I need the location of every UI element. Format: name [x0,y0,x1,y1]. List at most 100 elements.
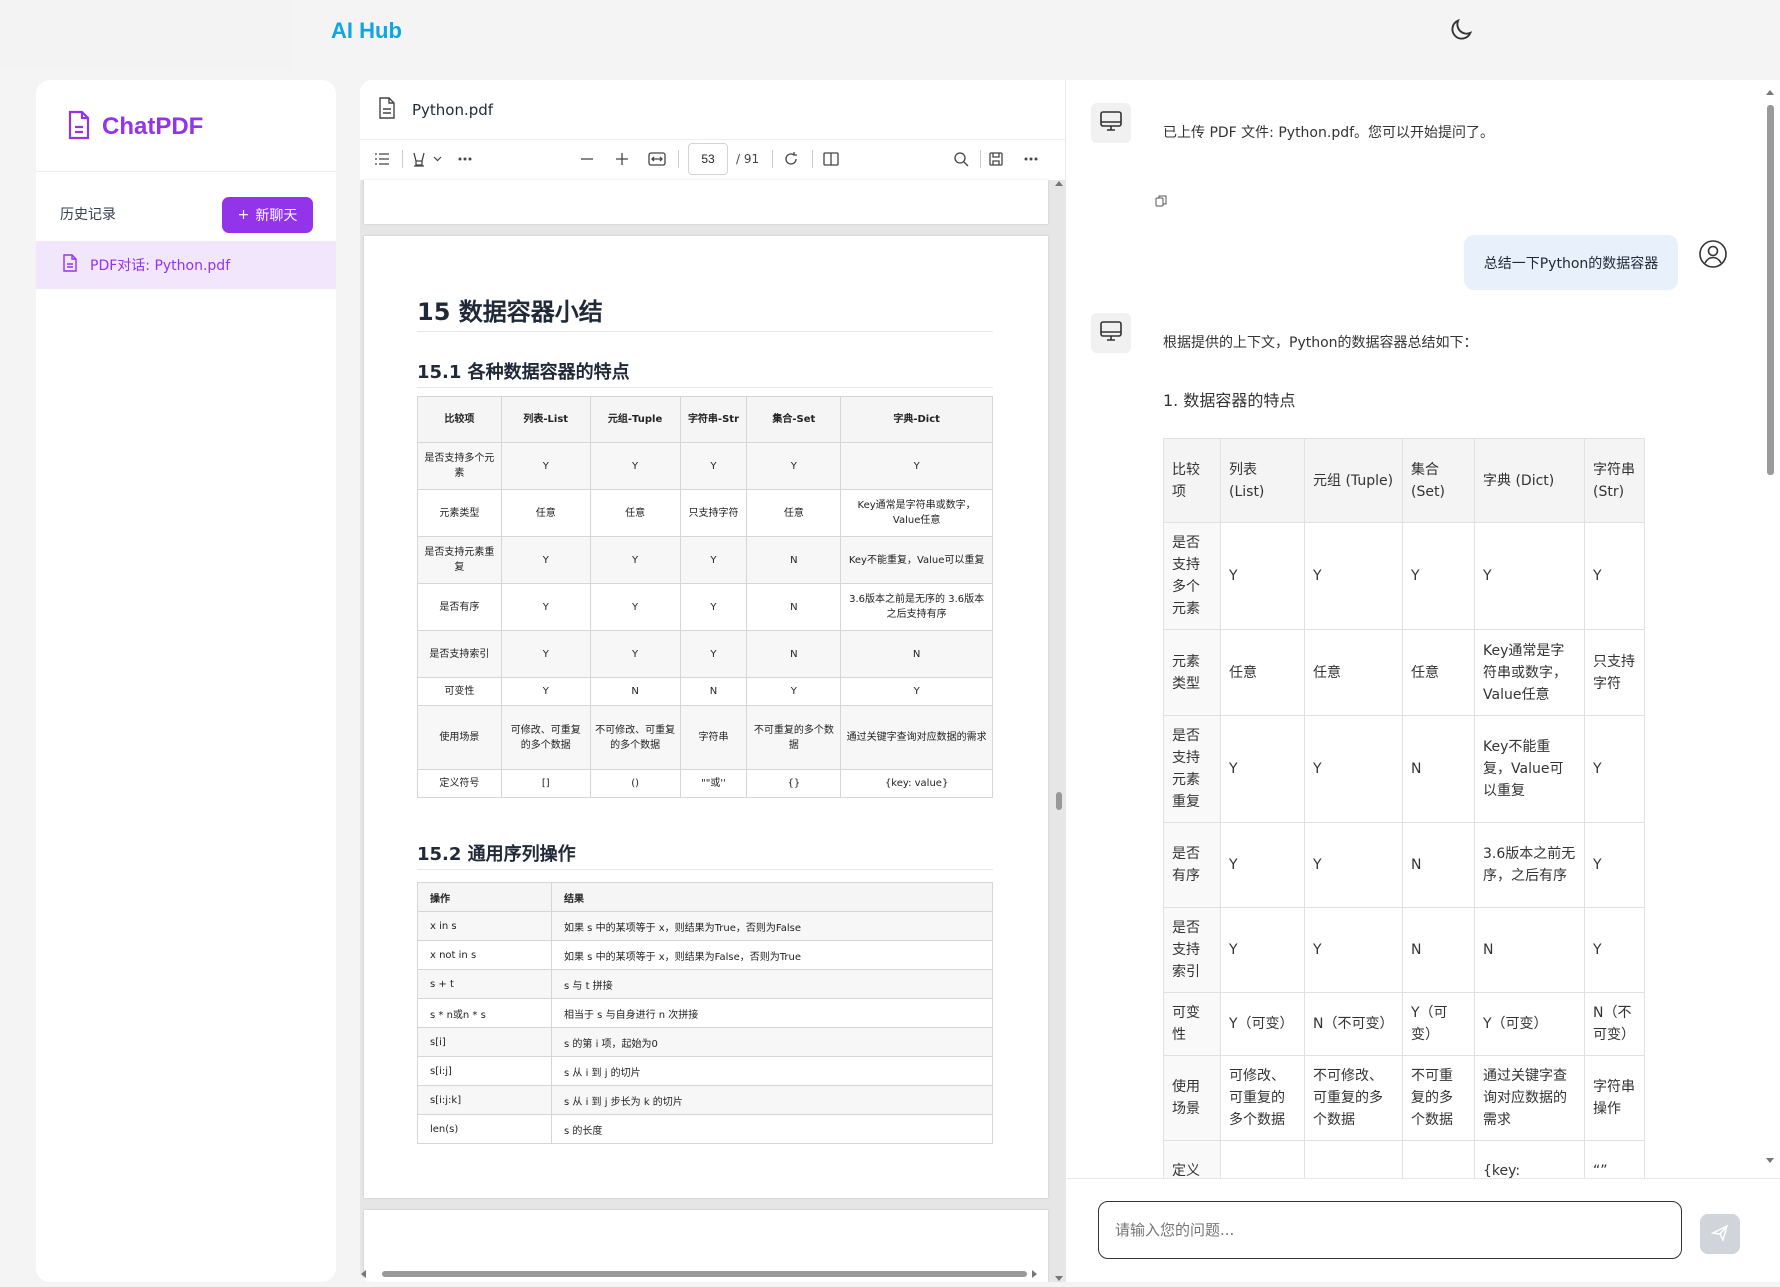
table-cell: s 从 i 到 j 步长为 k 的切片 [551,1085,993,1115]
table-cell: Y [746,442,842,490]
table-cell: 如果 s 中的某项等于 x，则结果为True，否则为False [551,911,993,941]
table-cell: 是否有序 [417,583,502,631]
table-row: 元素类型 任意 任意 任意 Key通常是字符串或数字，Value任意 只支持字符 [1163,629,1645,716]
table-row: s[i] s 的第 i 项，起始为0 [417,1027,993,1057]
monitor-icon [1099,319,1123,347]
table-cell [1220,1140,1305,1178]
table-cell: Y [679,536,748,584]
page-total: / 91 [736,152,760,166]
table-cell: Y [1220,522,1305,630]
table-cell: 使用场景 [417,705,502,770]
brand-logo[interactable]: AI Hub [331,18,402,44]
table-cell: 是否支持索引 [1163,907,1221,993]
table-cell: 字符串 [679,705,748,770]
pdf-page-previous [364,180,1048,224]
pdf-features-table: 比较项 列表-List 元组-Tuple 字符串-Str 集合-Set 字典-D… [417,396,993,798]
table-cell: ""或'' [679,769,748,798]
document-icon [62,254,78,276]
table-cell: N [840,630,993,678]
table-header: 集合 (Set) [1402,438,1475,523]
table-cell: N [1402,822,1475,908]
page-number-input[interactable] [688,143,728,175]
outline-icon[interactable] [371,148,393,170]
table-cell: Y [1584,822,1645,908]
bot-avatar [1091,313,1131,353]
zoom-in-icon[interactable] [611,148,633,170]
table-cell: 是否有序 [1163,822,1221,908]
table-row: 是否支持多个元素 Y Y Y Y Y [417,442,993,490]
history-item-label: PDF对话: Python.pdf [90,258,231,274]
table-row: 是否支持索引 Y Y Y N N [417,630,993,678]
table-row: 使用场景 可修改、可重复的多个数据 不可修改、可重复的多个数据 不可重复的多个数据 通过… [1163,1055,1645,1141]
chat-input-bar [1066,1178,1780,1282]
table-cell: 不可修改、可重复的多个数据 [1304,1055,1403,1141]
pdf-vertical-scrollbar[interactable] [1053,180,1065,1282]
zoom-out-icon[interactable] [576,148,598,170]
pdf-title-bar: Python.pdf [360,80,1065,140]
rotate-icon[interactable] [780,148,802,170]
pdf-page-area[interactable]: 15 数据容器小结 15.1 各种数据容器的特点 比较项 列表-List 元组-… [360,180,1065,1282]
search-icon[interactable] [950,148,972,170]
table-cell: Y [589,442,681,490]
copy-icon[interactable] [1155,192,1167,211]
section-heading: 15.2 通用序列操作 [417,840,993,870]
new-chat-button[interactable]: + 新聊天 [222,197,313,233]
pdf-viewer: Python.pdf / 91 15 数据容器小结 15.1 各种数据容器的特点 [360,80,1065,1282]
monitor-icon [1099,109,1123,137]
table-cell: x not in s [417,940,552,970]
table-header: 比较项 [417,396,502,443]
table-cell: N [746,583,842,631]
fit-width-icon[interactable] [646,148,668,170]
table-header: 元组 (Tuple) [1304,438,1403,523]
table-cell: 可修改、可重复的多个数据 [1220,1055,1305,1141]
chevron-down-icon[interactable] [430,148,444,170]
table-cell: 可变性 [417,677,502,706]
table-cell: Y（可变） [1474,992,1585,1056]
chat-messages[interactable]: 已上传 PDF 文件: Python.pdf。您可以开始提问了。 总结一下Pyt… [1066,80,1766,1178]
history-item[interactable]: PDF对话: Python.pdf [36,241,336,289]
table-cell: N（不可变） [1304,992,1403,1056]
chat-input[interactable] [1098,1201,1682,1259]
spread-icon[interactable] [820,148,842,170]
table-cell: 3.6版本之前是无序的 3.6版本之后支持有序 [840,583,993,631]
table-row: 定义符号[]() ""或''{} {key: value} [417,769,993,798]
table-cell: s * n或n * s [417,998,552,1028]
more-icon[interactable] [1020,148,1042,170]
moon-icon[interactable] [1447,16,1475,44]
send-button[interactable] [1700,1214,1740,1254]
table-cell: Y [1304,907,1403,993]
table-cell: N [1474,907,1585,993]
table-cell: N [589,677,681,706]
sidebar-header: ChatPDF [36,80,336,172]
pdf-horizontal-scrollbar[interactable] [360,1266,1053,1282]
save-icon[interactable] [985,148,1007,170]
table-cell: Y [840,677,993,706]
pdf-toolbar: / 91 [360,140,1065,178]
pdf-file-name: Python.pdf [412,100,494,119]
table-cell: “” [1584,1140,1645,1178]
table-cell: Y（可变） [1220,992,1305,1056]
table-cell: [] [500,769,591,798]
chat-panel: 已上传 PDF 文件: Python.pdf。您可以开始提问了。 总结一下Pyt… [1065,80,1780,1282]
table-row: 是否支持多个元素 Y Y Y Y Y [1163,522,1645,630]
table-cell: Key不能重复，Value可以重复 [840,536,993,584]
pdf-page: 15 数据容器小结 15.1 各种数据容器的特点 比较项 列表-List 元组-… [364,236,1048,1198]
highlighter-icon[interactable] [408,148,430,170]
pdf-operations-table: 操作 结果 x in s 如果 s 中的某项等于 x，则结果为True，否则为Fal… [417,882,993,1144]
table-cell: 任意 [1304,629,1403,716]
table-header: 字符串-Str [679,396,748,443]
table-cell: Y [1220,907,1305,993]
bot-avatar [1091,103,1131,143]
table-cell: Y [840,442,993,490]
chat-vertical-scrollbar[interactable] [1763,80,1777,1178]
table-cell: Key不能重复，Value可以重复 [1474,715,1585,823]
table-cell: s[i:j:k] [417,1085,552,1115]
history-label: 历史记录 [60,207,116,223]
table-header: 字典 (Dict) [1474,438,1585,523]
table-row: 元素类型 任意 任意 只支持字符 任意 Key通常是字符串或数字，Value任意 [417,489,993,537]
send-icon [1710,1224,1729,1245]
toolbar-separator [678,150,679,168]
table-cell: s 从 i 到 j 的切片 [551,1056,993,1086]
more-icon[interactable] [454,148,476,170]
table-row: x in s 如果 s 中的某项等于 x，则结果为True，否则为False [417,911,993,941]
